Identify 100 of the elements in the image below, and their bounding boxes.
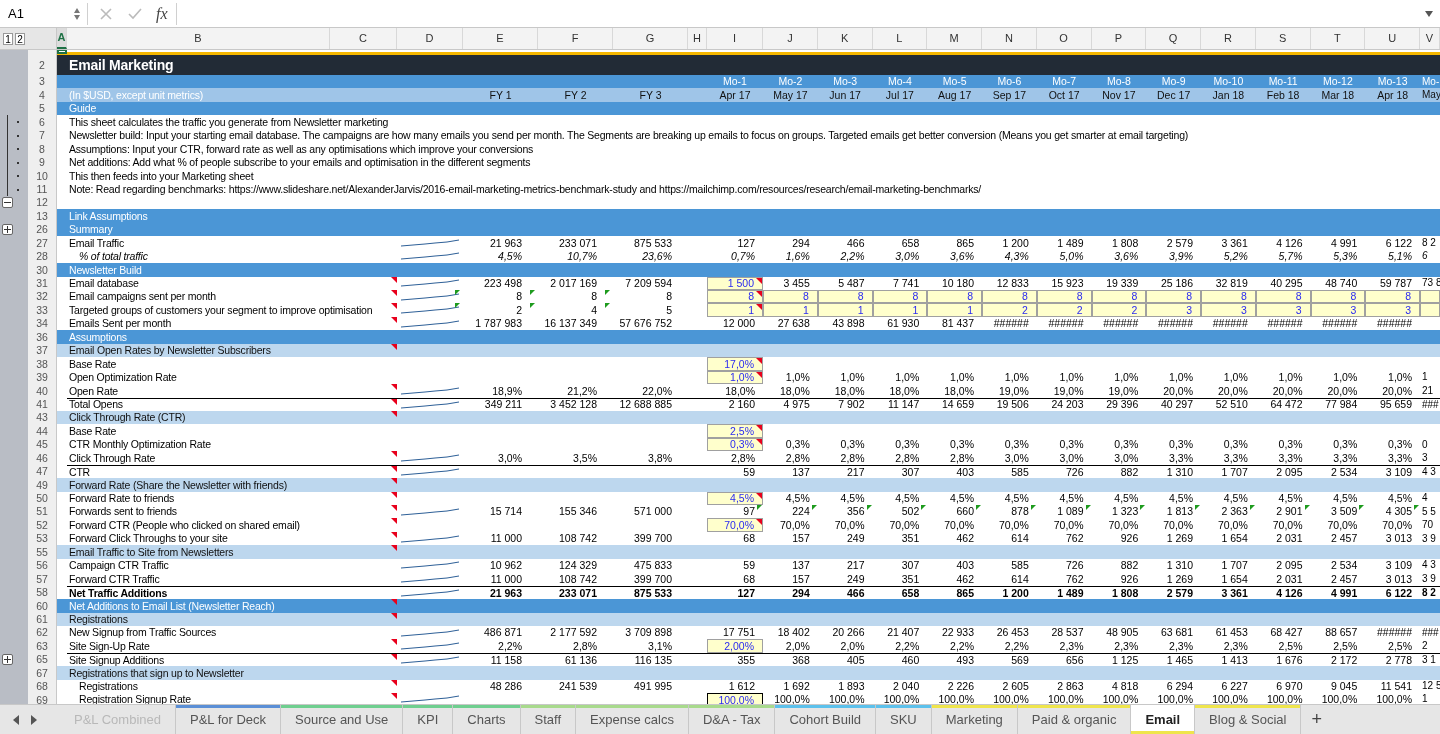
row-number[interactable]: 67	[36, 667, 48, 679]
row-number[interactable]: 55	[36, 546, 48, 558]
row-number[interactable]: 60	[36, 600, 48, 612]
row-number[interactable]: 49	[36, 479, 48, 491]
input-cell[interactable]: 8	[1256, 291, 1310, 302]
input-cell[interactable]: 8	[1311, 291, 1365, 302]
input-cell[interactable]: 8	[1147, 291, 1200, 302]
input-cell[interactable]: 2	[1092, 304, 1146, 316]
input-cell[interactable]: 8	[873, 291, 927, 302]
column-header[interactable]: J	[763, 28, 818, 49]
column-header[interactable]: I	[707, 28, 763, 49]
input-cell[interactable]: 2	[1037, 304, 1091, 316]
row-number[interactable]: 52	[36, 519, 48, 531]
sheet-tab[interactable]: KPI	[403, 705, 454, 734]
row-number[interactable]: 7	[39, 130, 45, 141]
formula-button[interactable]: fx	[156, 1, 168, 26]
row-number[interactable]: 40	[36, 385, 48, 397]
input-cell[interactable]: 8	[818, 291, 872, 302]
row-number[interactable]: 31	[36, 278, 48, 289]
row-number[interactable]: 11	[36, 183, 48, 195]
row-number[interactable]: 63	[36, 640, 48, 652]
input-cell[interactable]: 1 500	[708, 278, 762, 289]
row-number[interactable]: 37	[36, 345, 48, 356]
column-header[interactable]: U	[1365, 28, 1420, 49]
input-cell[interactable]: 3	[1147, 304, 1200, 316]
input-cell[interactable]: 2,5%	[708, 425, 762, 437]
add-sheet-button[interactable]: +	[1301, 705, 1332, 734]
row-number[interactable]: 47	[36, 466, 48, 477]
row-number[interactable]: 44	[36, 425, 48, 437]
row-number[interactable]: 10	[36, 170, 48, 182]
column-header[interactable]: R	[1201, 28, 1256, 49]
row-number[interactable]: 12	[36, 197, 48, 208]
row-number[interactable]: 65	[36, 654, 48, 665]
input-cell[interactable]: 70,0%	[708, 519, 762, 531]
row-number[interactable]: 69	[36, 694, 48, 704]
row-number[interactable]: 34	[36, 318, 48, 329]
row-number[interactable]: 13	[36, 210, 48, 222]
input-cell[interactable]: 1,0%	[708, 372, 762, 383]
row-number[interactable]: 41	[36, 398, 48, 410]
row-number[interactable]: 2	[39, 59, 45, 71]
row-number[interactable]: 9	[39, 157, 45, 168]
sheet-tab[interactable]: SKU	[876, 705, 932, 734]
input-cell[interactable]: 2,00%	[708, 640, 762, 652]
input-cell[interactable]: 0,3%	[708, 439, 762, 450]
input-cell[interactable]: 8	[1202, 291, 1255, 302]
column-header[interactable]: G	[613, 28, 688, 49]
row-number[interactable]: 43	[36, 412, 48, 423]
row-number[interactable]: 68	[36, 681, 48, 692]
sheet-tab[interactable]: Email	[1131, 705, 1196, 734]
expand-button[interactable]	[2, 653, 13, 665]
collapse-button[interactable]	[2, 196, 13, 208]
row-number[interactable]: 5	[39, 103, 45, 114]
input-cell[interactable]: 1	[818, 304, 872, 316]
column-header[interactable]: T	[1310, 28, 1366, 49]
input-cell[interactable]: 1	[764, 304, 817, 316]
row-number[interactable]: 45	[36, 439, 48, 450]
expand-button[interactable]	[2, 223, 13, 235]
outline-level-button[interactable]: 1	[3, 32, 13, 45]
sheet-tab[interactable]: Paid & organic	[1017, 705, 1132, 734]
sheet-tab[interactable]: Marketing	[931, 705, 1018, 734]
row-number[interactable]: 28	[36, 251, 48, 262]
column-header[interactable]: N	[982, 28, 1037, 49]
row-number[interactable]: 8	[39, 143, 45, 155]
column-header[interactable]: B	[67, 28, 330, 49]
input-cell[interactable]: 1	[928, 304, 981, 316]
column-header[interactable]: C	[330, 28, 397, 49]
input-cell[interactable]: 3	[1311, 304, 1365, 316]
outline-level-button[interactable]: 2	[15, 32, 25, 45]
row-number[interactable]: 57	[36, 573, 48, 585]
row-number[interactable]: 58	[36, 587, 48, 598]
row-number[interactable]: 53	[36, 533, 48, 544]
row-number[interactable]: 46	[36, 452, 48, 464]
input-cell[interactable]: 3	[1202, 304, 1255, 316]
input-cell[interactable]: 2	[983, 304, 1036, 316]
name-box[interactable]: A1	[2, 2, 88, 25]
input-cell[interactable]: 8	[1092, 291, 1146, 302]
sheet-tab[interactable]: D&A - Tax	[688, 705, 776, 734]
sheet-tab[interactable]: Cohort Build	[775, 705, 877, 734]
row-number[interactable]: 4	[39, 89, 45, 101]
row-number[interactable]: 27	[36, 237, 48, 249]
sheet-tab[interactable]: Charts	[453, 705, 521, 734]
sheet-tab[interactable]: Blog & Social	[1195, 705, 1302, 734]
column-header[interactable]: D	[397, 28, 463, 49]
input-cell[interactable]: 8	[1366, 291, 1419, 302]
input-cell[interactable]: 17,0%	[708, 358, 762, 370]
scroll-right-button[interactable]	[30, 713, 38, 726]
row-number[interactable]: 56	[36, 560, 48, 571]
input-cell[interactable]: 3	[1256, 304, 1310, 316]
column-header[interactable]: H	[688, 28, 707, 49]
row-number[interactable]: 32	[36, 291, 48, 302]
column-header[interactable]: O	[1036, 28, 1092, 49]
input-cell[interactable]: 3	[1366, 304, 1419, 316]
input-cell[interactable]	[1420, 303, 1440, 317]
column-header[interactable]: P	[1091, 28, 1147, 49]
input-cell[interactable]: 8	[983, 291, 1036, 302]
row-number[interactable]: 62	[36, 627, 48, 638]
column-header[interactable]: M	[927, 28, 982, 49]
row-number[interactable]: 50	[36, 493, 48, 504]
input-cell[interactable]: 1	[708, 304, 762, 316]
column-header[interactable]: E	[463, 28, 538, 49]
